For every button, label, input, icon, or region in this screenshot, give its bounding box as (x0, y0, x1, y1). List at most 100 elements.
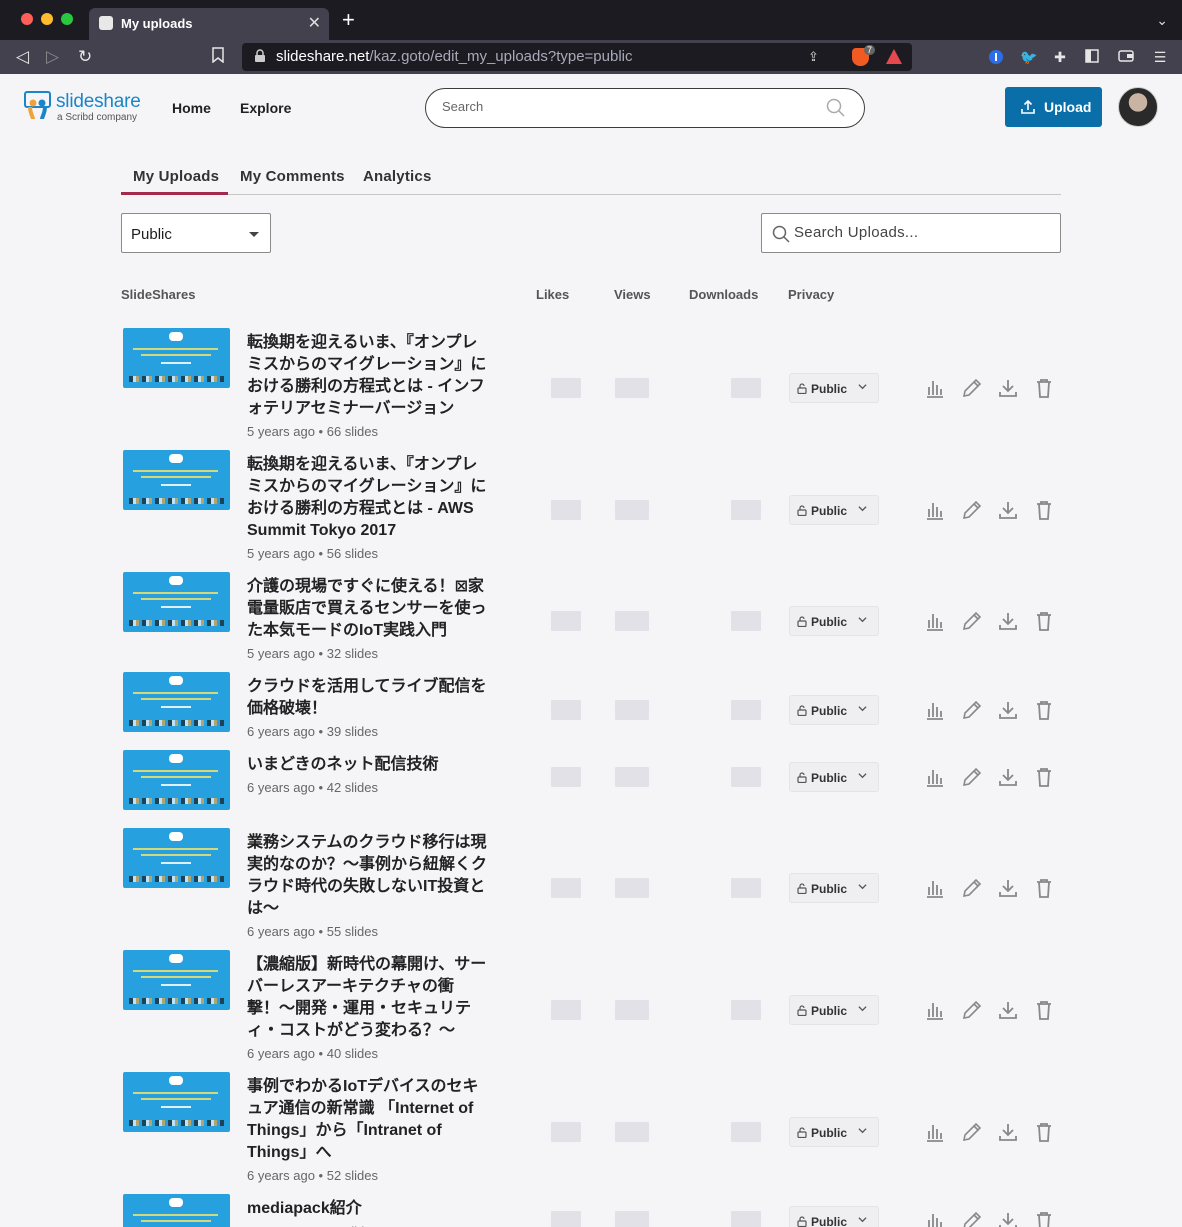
privacy-filter-select[interactable]: Public (121, 213, 271, 253)
edit-pencil-icon[interactable] (961, 766, 983, 788)
wallet-icon[interactable] (1118, 49, 1134, 65)
delete-trash-icon[interactable] (1033, 1121, 1055, 1143)
slide-thumbnail[interactable] (123, 750, 230, 810)
twitter-icon[interactable]: 🐦 (1020, 49, 1037, 65)
analytics-icon[interactable] (924, 699, 946, 721)
slide-thumbnail[interactable] (123, 572, 230, 632)
analytics-icon[interactable] (924, 1210, 946, 1227)
search-icon[interactable] (826, 98, 846, 118)
slide-thumbnail[interactable] (123, 1072, 230, 1132)
download-icon[interactable] (997, 1121, 1019, 1143)
delete-trash-icon[interactable] (1033, 877, 1055, 899)
close-window-button[interactable] (21, 13, 33, 25)
site-search-box[interactable] (425, 88, 865, 128)
upload-title[interactable]: 事例でわかるIoTデバイスのセキュア通信の新常識 「Internet of Th… (247, 1076, 487, 1164)
delete-trash-icon[interactable] (1033, 766, 1055, 788)
analytics-icon[interactable] (924, 999, 946, 1021)
back-icon[interactable]: ◁ (16, 47, 29, 67)
slide-thumbnail[interactable] (123, 828, 230, 888)
delete-trash-icon[interactable] (1033, 610, 1055, 632)
upload-title[interactable]: 業務システムのクラウド移行は現実的なのか？〜事例から紐解くクラウド時代の失敗しな… (247, 832, 487, 920)
browser-tab[interactable]: My uploads ✕ (89, 8, 329, 40)
privacy-select[interactable]: Public (789, 873, 879, 903)
edit-pencil-icon[interactable] (961, 877, 983, 899)
download-icon[interactable] (997, 1210, 1019, 1227)
analytics-icon[interactable] (924, 1121, 946, 1143)
upload-title[interactable]: いまどきのネット配信技術 (247, 754, 487, 776)
tab-my-comments[interactable]: My Comments (240, 168, 345, 185)
brave-rewards-icon[interactable] (886, 49, 902, 64)
column-header-views[interactable]: Views (614, 287, 651, 302)
delete-trash-icon[interactable] (1033, 1210, 1055, 1227)
analytics-icon[interactable] (924, 766, 946, 788)
upload-search-box[interactable] (761, 213, 1061, 253)
edit-pencil-icon[interactable] (961, 610, 983, 632)
delete-trash-icon[interactable] (1033, 699, 1055, 721)
analytics-icon[interactable] (924, 877, 946, 899)
user-avatar[interactable] (1118, 87, 1158, 127)
edit-pencil-icon[interactable] (961, 377, 983, 399)
analytics-icon[interactable] (924, 499, 946, 521)
upload-title[interactable]: mediapack紹介 (247, 1198, 487, 1220)
tab-analytics[interactable]: Analytics (363, 168, 432, 185)
download-icon[interactable] (997, 377, 1019, 399)
slideshare-logo[interactable]: slideshare a Scribd company (24, 90, 144, 126)
download-icon[interactable] (997, 766, 1019, 788)
column-header-likes[interactable]: Likes (536, 287, 569, 302)
column-header-downloads[interactable]: Downloads (689, 287, 758, 302)
privacy-select[interactable]: Public (789, 606, 879, 636)
delete-trash-icon[interactable] (1033, 377, 1055, 399)
delete-trash-icon[interactable] (1033, 499, 1055, 521)
reload-icon[interactable]: ↻ (78, 47, 92, 67)
share-icon[interactable]: ⇪ (808, 49, 819, 65)
privacy-select[interactable]: Public (789, 1206, 879, 1227)
tab-my-uploads[interactable]: My Uploads (133, 168, 219, 185)
new-tab-button[interactable]: + (342, 9, 355, 31)
slide-thumbnail[interactable] (123, 450, 230, 510)
download-icon[interactable] (997, 699, 1019, 721)
zoom-window-button[interactable] (61, 13, 73, 25)
nav-home-link[interactable]: Home (172, 100, 211, 116)
tab-list-chevron-icon[interactable]: ⌄ (1156, 12, 1168, 29)
close-tab-icon[interactable]: ✕ (308, 13, 321, 33)
upload-title[interactable]: クラウドを活用してライブ配信を価格破壊！ (247, 676, 487, 720)
bookmark-icon[interactable] (212, 47, 224, 68)
download-icon[interactable] (997, 877, 1019, 899)
address-bar[interactable]: slideshare.net/kaz.goto/edit_my_uploads?… (242, 43, 912, 71)
site-search-input[interactable] (442, 99, 822, 114)
privacy-select[interactable]: Public (789, 695, 879, 725)
slide-thumbnail[interactable] (123, 950, 230, 1010)
password-manager-icon[interactable] (988, 49, 1004, 65)
slide-thumbnail[interactable] (123, 1194, 230, 1227)
edit-pencil-icon[interactable] (961, 699, 983, 721)
nav-explore-link[interactable]: Explore (240, 100, 291, 116)
edit-pencil-icon[interactable] (961, 999, 983, 1021)
download-icon[interactable] (997, 610, 1019, 632)
edit-pencil-icon[interactable] (961, 1210, 983, 1227)
privacy-select[interactable]: Public (789, 1117, 879, 1147)
extensions-puzzle-icon[interactable]: ✚ (1052, 49, 1068, 65)
privacy-select[interactable]: Public (789, 995, 879, 1025)
delete-trash-icon[interactable] (1033, 999, 1055, 1021)
upload-title[interactable]: 介護の現場ですぐに使える！⊠家電量販店で買えるセンサーを使った本気モードのIoT… (247, 576, 487, 642)
download-icon[interactable] (997, 999, 1019, 1021)
privacy-select[interactable]: Public (789, 495, 879, 525)
download-icon[interactable] (997, 499, 1019, 521)
edit-pencil-icon[interactable] (961, 499, 983, 521)
slide-thumbnail[interactable] (123, 672, 230, 732)
upload-title[interactable]: 【濃縮版】新時代の幕開け、サーバーレスアーキテクチャの衝撃！〜開発・運用・セキュ… (247, 954, 487, 1042)
analytics-icon[interactable] (924, 377, 946, 399)
upload-search-input[interactable] (794, 224, 1044, 241)
edit-pencil-icon[interactable] (961, 1121, 983, 1143)
slide-thumbnail[interactable] (123, 328, 230, 388)
minimize-window-button[interactable] (41, 13, 53, 25)
sidebar-icon[interactable] (1084, 49, 1100, 65)
upload-title[interactable]: 転換期を迎えるいま、『オンプレミスからのマイグレーション』における勝利の方程式と… (247, 332, 487, 420)
upload-title[interactable]: 転換期を迎えるいま、『オンプレミスからのマイグレーション』における勝利の方程式と… (247, 454, 487, 542)
privacy-select[interactable]: Public (789, 762, 879, 792)
privacy-select[interactable]: Public (789, 373, 879, 403)
forward-icon[interactable]: ▷ (46, 47, 59, 67)
menu-icon[interactable]: ☰ (1152, 49, 1168, 65)
analytics-icon[interactable] (924, 610, 946, 632)
upload-button[interactable]: Upload (1005, 87, 1102, 127)
